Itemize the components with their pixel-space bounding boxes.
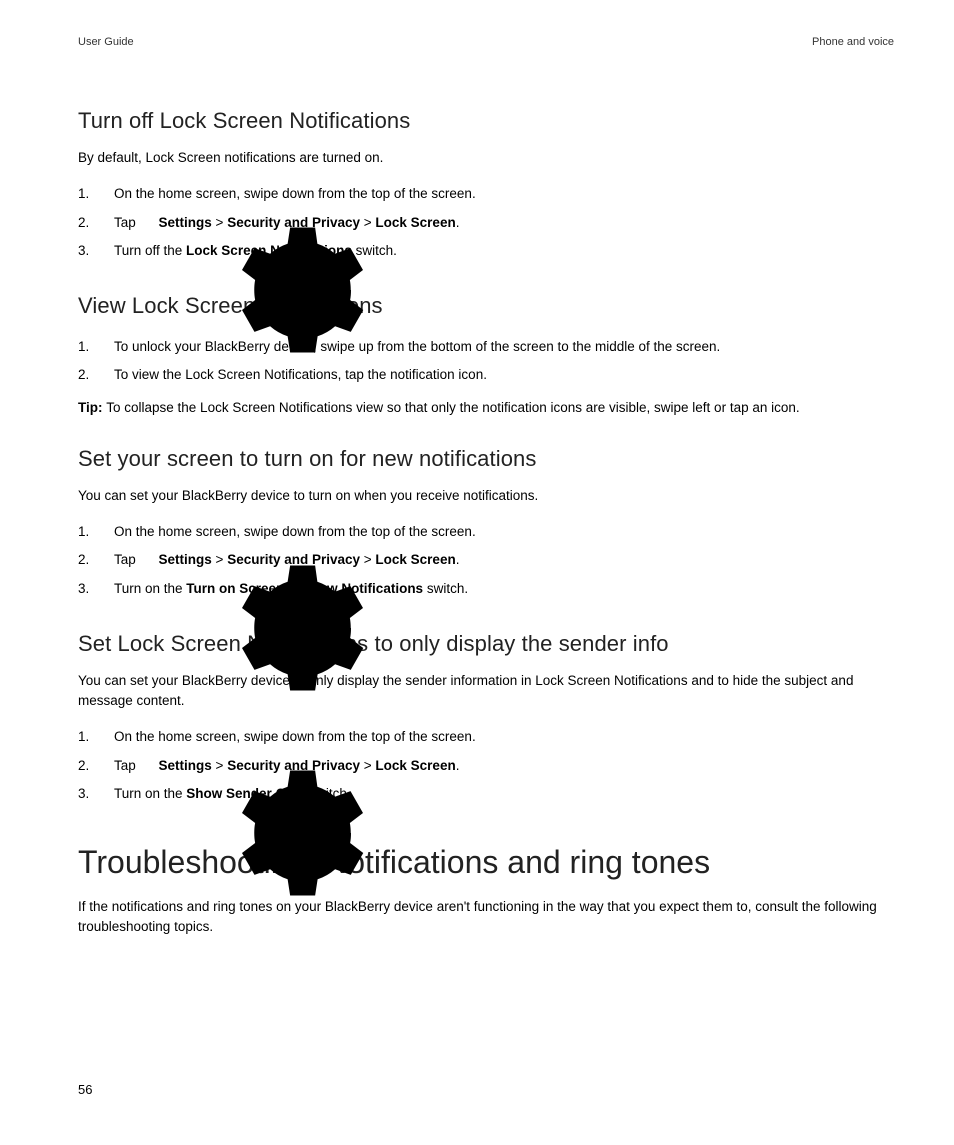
heading-set-screen-on: Set your screen to turn on for new notif… xyxy=(78,446,894,472)
step-item: Tap Settings > Security and Privacy > Lo… xyxy=(78,546,894,574)
steps-list: On the home screen, swipe down from the … xyxy=(78,180,894,265)
step-item: On the home screen, swipe down from the … xyxy=(78,180,894,208)
gear-icon xyxy=(142,553,156,567)
intro-paragraph: By default, Lock Screen notifications ar… xyxy=(78,148,894,168)
header-right: Phone and voice xyxy=(812,36,894,48)
step-item: Turn off the Lock Screen Notifications s… xyxy=(78,237,894,265)
page-header: User Guide Phone and voice xyxy=(78,36,894,48)
steps-list: On the home screen, swipe down from the … xyxy=(78,518,894,603)
step-item: On the home screen, swipe down from the … xyxy=(78,723,894,751)
step-item: To view the Lock Screen Notifications, t… xyxy=(78,361,894,389)
step-item: On the home screen, swipe down from the … xyxy=(78,518,894,546)
heading-turn-off-lock-screen: Turn off Lock Screen Notifications xyxy=(78,108,894,134)
tip-paragraph: Tip: To collapse the Lock Screen Notific… xyxy=(78,398,894,418)
step-item: To unlock your BlackBerry device, swipe … xyxy=(78,333,894,361)
page-number: 56 xyxy=(78,1082,92,1097)
step-item: Tap Settings > Security and Privacy > Lo… xyxy=(78,209,894,237)
step-item: Turn on the Show Sender Only switch. xyxy=(78,780,894,808)
step-item: Tap Settings > Security and Privacy > Lo… xyxy=(78,752,894,780)
steps-list: To unlock your BlackBerry device, swipe … xyxy=(78,333,894,390)
intro-paragraph: You can set your BlackBerry device to tu… xyxy=(78,486,894,506)
steps-list: On the home screen, swipe down from the … xyxy=(78,723,894,808)
gear-icon xyxy=(142,758,156,772)
step-item: Turn on the Turn on Screen for New Notif… xyxy=(78,575,894,603)
gear-icon xyxy=(142,215,156,229)
header-left: User Guide xyxy=(78,36,134,48)
